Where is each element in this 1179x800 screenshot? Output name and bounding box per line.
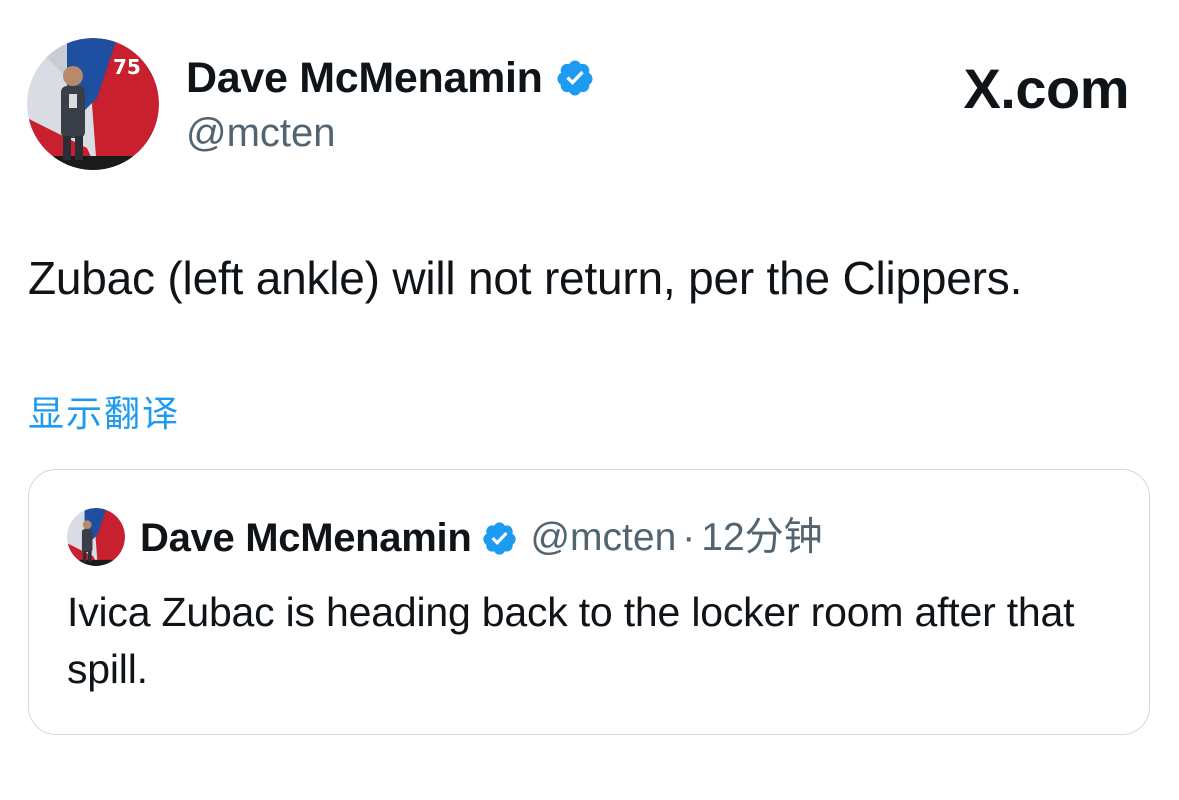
author-name-text: Dave McMenamin: [186, 54, 543, 102]
verified-badge-icon: [481, 520, 518, 557]
avatar-photo-icon: [67, 508, 125, 566]
meta-separator: ·: [682, 516, 696, 559]
quoted-tweet-text: Ivica Zubac is heading back to the locke…: [67, 589, 1075, 692]
verified-badge-icon: [555, 58, 595, 98]
quoted-tweet-header: Dave McMenamin @mcten · 12分钟: [140, 510, 823, 566]
quoted-tweet-card[interactable]: Dave McMenamin @mcten · 12分钟 Ivica Zubac…: [28, 469, 1150, 735]
avatar-photo-icon: 75: [27, 38, 159, 170]
tweet-screenshot: 75 Dave McMenamin @mcten X.com Zubac (le…: [0, 0, 1179, 800]
x-com-logo: X.com: [963, 57, 1129, 120]
svg-text:75: 75: [113, 55, 141, 79]
show-translation-link[interactable]: 显示翻译: [28, 390, 180, 438]
tweet-text: Zubac (left ankle) will not return, per …: [28, 252, 1023, 304]
author-handle[interactable]: @mcten: [186, 110, 336, 156]
quoted-author-handle[interactable]: @mcten: [530, 510, 676, 566]
author-avatar[interactable]: 75: [27, 38, 159, 170]
quoted-author-avatar[interactable]: [67, 508, 125, 566]
quoted-tweet-timestamp[interactable]: 12分钟: [701, 510, 822, 566]
quoted-author-name[interactable]: Dave McMenamin: [140, 510, 472, 566]
author-name[interactable]: Dave McMenamin: [186, 52, 595, 104]
